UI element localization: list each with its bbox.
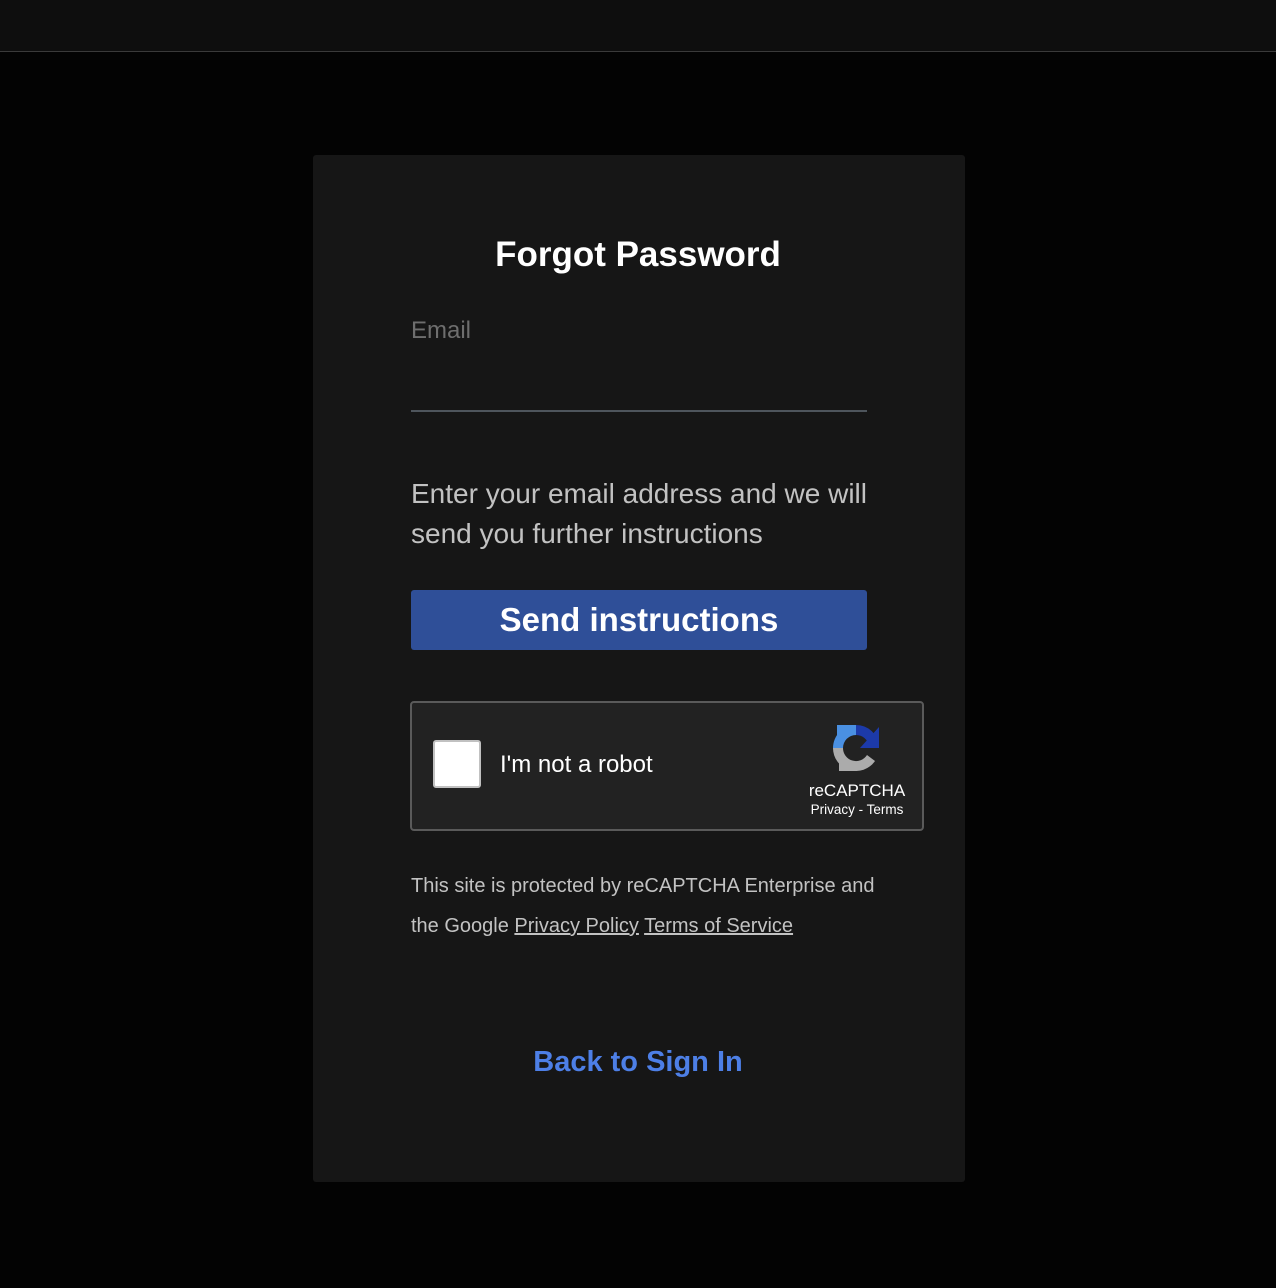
recaptcha-brand: reCAPTCHA [808, 781, 906, 800]
helper-text: Enter your email address and we will sen… [411, 478, 867, 549]
page-title: Forgot Password [495, 235, 781, 274]
recaptcha-terms-link[interactable]: Terms [867, 802, 904, 817]
recaptcha-icon [832, 724, 879, 772]
recaptcha-label: I'm not a robot [500, 751, 653, 778]
recaptcha-notice: This site is protected by reCAPTCHA Ente… [411, 866, 891, 946]
forgot-password-card [313, 155, 965, 1182]
email-field[interactable] [411, 352, 867, 412]
recaptcha-privacy-link[interactable]: Privacy [811, 802, 855, 817]
email-label: Email [411, 317, 472, 344]
back-to-sign-in-link[interactable]: Back to Sign In [0, 1044, 1276, 1080]
recaptcha-widget: I'm not a robot reCAPTCHA Privacy - Term… [410, 701, 924, 831]
send-instructions-button[interactable]: Send instructions [411, 590, 867, 650]
recaptcha-notice-text: This site is protected by reCAPTCHA Ente… [411, 875, 875, 937]
terms-of-service-link[interactable]: Terms of Service [644, 915, 793, 937]
recaptcha-link-separator: - [858, 802, 864, 817]
recaptcha-links: Privacy - Terms [782, 802, 932, 818]
privacy-policy-link[interactable]: Privacy Policy [514, 915, 638, 937]
top-bar [0, 0, 1276, 52]
recaptcha-checkbox[interactable] [433, 740, 481, 788]
